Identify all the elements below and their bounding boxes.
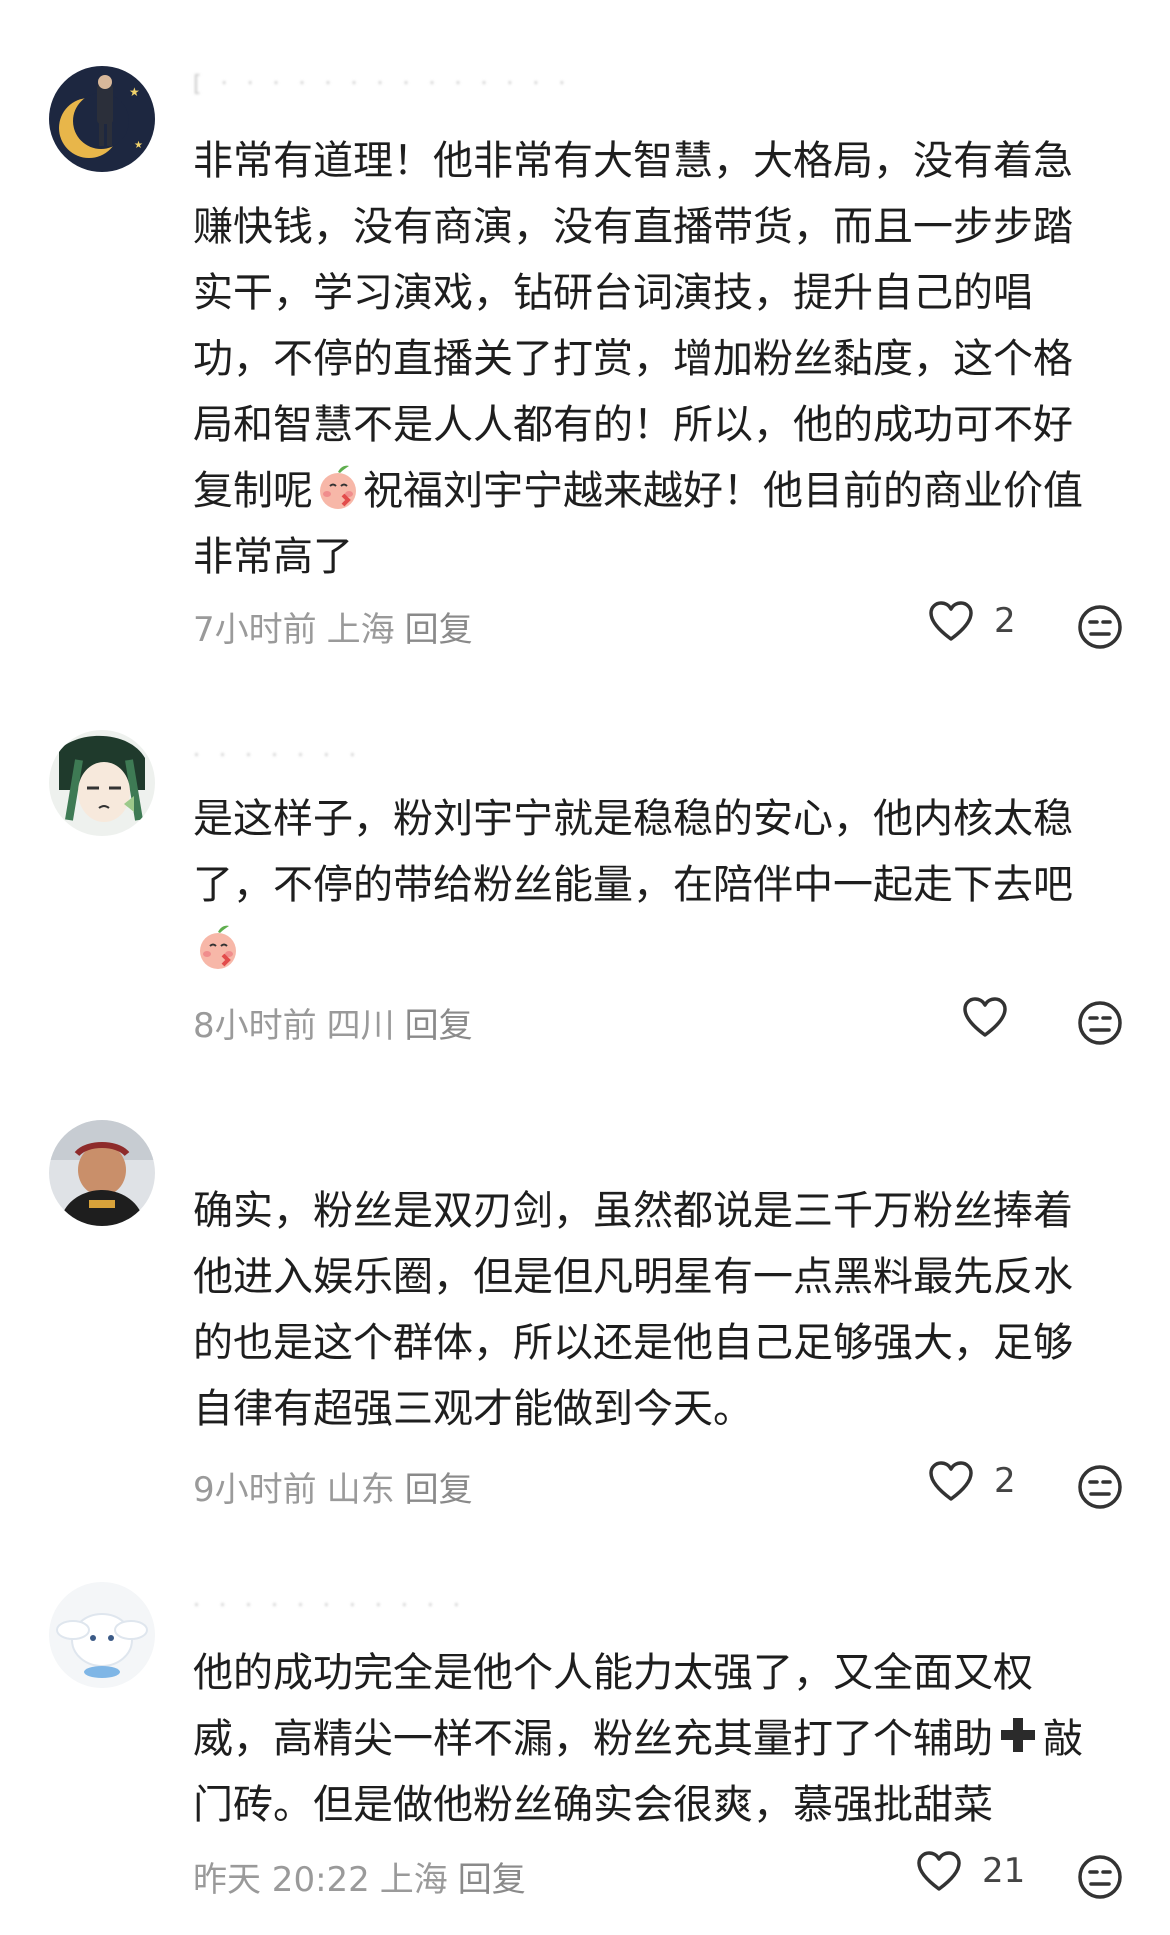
comment-location: 上海 [326, 610, 395, 650]
neutral-face-icon [1078, 605, 1122, 649]
comment-meta: 8小时前 四川 回复 [193, 998, 483, 1047]
like-count: 2 [994, 1461, 1016, 1501]
neutral-face-icon [1078, 1855, 1122, 1899]
like-button[interactable]: 2 [928, 1460, 1016, 1502]
comment-location: 上海 [379, 1860, 448, 1900]
heart-outline-icon [929, 601, 973, 641]
like-count: 2 [994, 601, 1016, 641]
dislike-button[interactable] [1077, 1464, 1123, 1510]
username[interactable]: ‧ ‧ ‧ ‧ ‧ ‧ ‧ ‧ ‧ ‧ ‧ [193, 1594, 466, 1619]
reply-button[interactable]: 回复 [405, 610, 473, 650]
avatar[interactable] [49, 730, 155, 836]
avatar-anime-image [49, 730, 155, 836]
svg-text:★: ★ [134, 140, 143, 151]
comment-location: 山东 [326, 1470, 395, 1510]
avatar[interactable]: ★ ★ [49, 66, 155, 172]
comment-time: 8小时前 [193, 1006, 317, 1046]
comment-text: 是这样子，粉刘宇宁就是稳稳的安心，他内核太稳了，不停的带给粉丝能量，在陪伴中一起… [193, 786, 1103, 984]
avatar[interactable] [49, 1120, 155, 1226]
comment-text-part: 他的成功完全是他个人能力太强了，又全面又权威，高精尖一样不漏，粉丝充其量打了个辅… [193, 1650, 1033, 1762]
heavy-plus-emoji [993, 1710, 1043, 1760]
reply-button[interactable]: 回复 [405, 1006, 473, 1046]
comment-text: 非常有道理！他非常有大智慧，大格局，没有着急赚快钱，没有商演，没有直播带货，而且… [193, 128, 1103, 590]
comment-text-part: 确实，粉丝是双刃剑，虽然都说是三千万粉丝捧着他进入娱乐圈，但是但凡明星有一点黑料… [193, 1188, 1073, 1432]
avatar[interactable] [49, 1582, 155, 1688]
heart-outline-icon [929, 1461, 973, 1501]
comment-meta: 7小时前 上海 回复 [193, 602, 483, 651]
dislike-button[interactable] [1077, 1000, 1123, 1046]
comment-time: 9小时前 [193, 1470, 317, 1510]
neutral-face-icon [1078, 1001, 1122, 1045]
neutral-face-icon [1078, 1465, 1122, 1509]
like-count: 21 [982, 1851, 1026, 1891]
comment-meta: 昨天 20:22 上海 回复 [193, 1852, 536, 1901]
comment-location: 四川 [326, 1006, 395, 1046]
username[interactable]: ‧ ‧ ‧ ‧ ‧ ‧ ‧ [193, 744, 362, 769]
avatar-cartoon-image [49, 1582, 155, 1688]
comment-time: 昨天 20:22 [193, 1860, 370, 1900]
heart-outline-icon [963, 997, 1007, 1037]
like-button[interactable] [962, 996, 1028, 1038]
dislike-button[interactable] [1077, 1854, 1123, 1900]
comment-meta: 9小时前 山东 回复 [193, 1462, 483, 1511]
reply-button[interactable]: 回复 [458, 1860, 526, 1900]
like-button[interactable]: 2 [928, 600, 1016, 642]
comment-text: 他的成功完全是他个人能力太强了，又全面又权威，高精尖一样不漏，粉丝充其量打了个辅… [193, 1640, 1103, 1838]
avatar-person-image [49, 1120, 155, 1226]
blushing-peach-emoji [193, 922, 243, 972]
dislike-button[interactable] [1077, 604, 1123, 650]
comment-text: 确实，粉丝是双刃剑，虽然都说是三千万粉丝捧着他进入娱乐圈，但是但凡明星有一点黑料… [193, 1178, 1103, 1442]
svg-text:★: ★ [129, 85, 140, 99]
comment-text-part: 非常有道理！他非常有大智慧，大格局，没有着急赚快钱，没有商演，没有直播带货，而且… [193, 138, 1073, 514]
comment-time: 7小时前 [193, 610, 317, 650]
comment-text-part: 是这样子，粉刘宇宁就是稳稳的安心，他内核太稳了，不停的带给粉丝能量，在陪伴中一起… [193, 796, 1073, 908]
like-button[interactable]: 21 [916, 1850, 1025, 1892]
avatar-moon-image: ★ ★ [49, 66, 155, 172]
username[interactable]: [ ‧ ‧ ‧ ‧ ‧ ‧ ‧ ‧ ‧ ‧ ‧ ‧ ‧ ‧ [193, 72, 571, 97]
heart-outline-icon [917, 1851, 961, 1891]
blushing-peach-emoji [313, 462, 363, 512]
reply-button[interactable]: 回复 [405, 1470, 473, 1510]
